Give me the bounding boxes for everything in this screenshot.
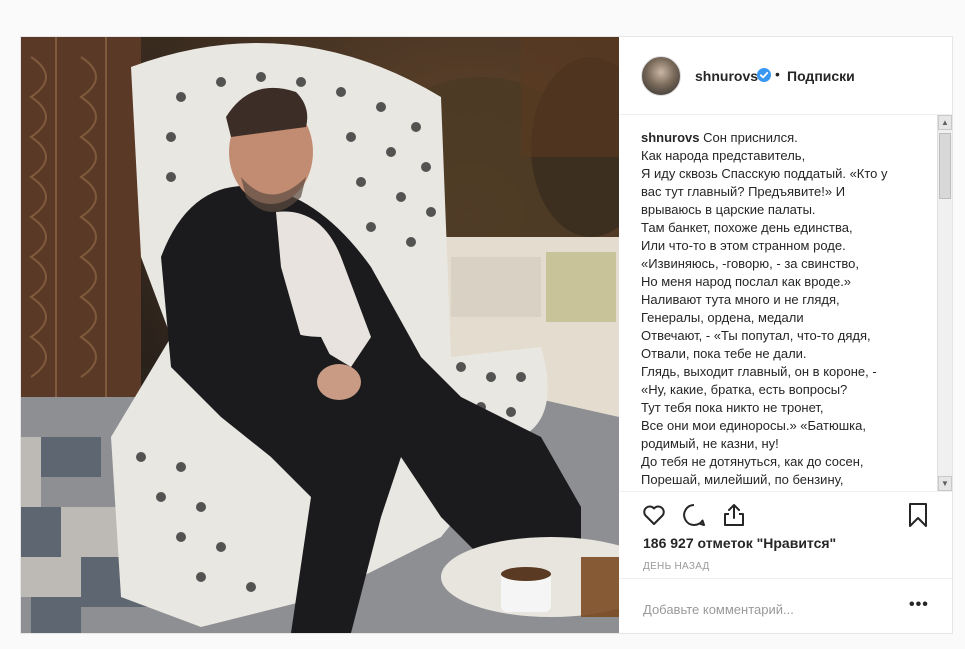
caption-line: родимый, не казни, ну!: [641, 436, 779, 451]
scroll-down-button[interactable]: ▼: [938, 476, 952, 491]
caption-line: Отвечают, - «Ты попутал, что-то дядя,: [641, 328, 871, 343]
caption-line: Как народа представитель,: [641, 148, 806, 163]
post-header: shnurovs • Подписки: [619, 37, 952, 115]
caption-username[interactable]: shnurovs: [641, 130, 700, 145]
separator-dot: •: [775, 66, 780, 82]
post-card: shnurovs • Подписки shnurovs Сон приснил…: [20, 36, 953, 634]
verified-badge-icon: [757, 68, 771, 82]
heart-icon[interactable]: [641, 502, 667, 528]
caption-line: shnurovs Сон приснился.: [641, 130, 798, 145]
caption-line: вас тут главный? Предъявите!» И: [641, 184, 846, 199]
scrollbar-thumb[interactable]: [939, 133, 951, 199]
caption-line: «Ну, какие, братка, есть вопросы?: [641, 382, 848, 397]
more-options-button[interactable]: •••: [909, 595, 931, 615]
avatar[interactable]: [641, 56, 681, 96]
caption-line: Или что-то в этом странном роде.: [641, 238, 846, 253]
post-sidebar: shnurovs • Подписки shnurovs Сон приснил…: [619, 37, 952, 633]
caption-line: Глядь, выходит главный, он в короне, -: [641, 364, 877, 379]
share-icon[interactable]: [721, 502, 747, 528]
scroll-up-button[interactable]: ▲: [938, 115, 952, 130]
caption-line: Наливают тута много и не глядя,: [641, 292, 840, 307]
comment-bar: •••: [619, 578, 952, 633]
caption: shnurovs Сон приснился. Как народа предс…: [641, 129, 931, 489]
caption-line: Я иду сквозь Спасскую поддатый. «Кто у: [641, 166, 888, 181]
caption-line: Но меня народ послал как вроде.»: [641, 274, 852, 289]
following-button[interactable]: Подписки: [787, 68, 855, 84]
caption-line: «Извиняюсь, -говорю, - за свинство,: [641, 256, 860, 271]
caption-line: врываюсь в царские палаты.: [641, 202, 816, 217]
post-timestamp[interactable]: день назад: [643, 561, 710, 572]
caption-line: Генералы, ордена, медали: [641, 310, 804, 325]
action-bar: [619, 491, 952, 531]
caption-line: Отвали, пока тебе не дали.: [641, 346, 807, 361]
photo-illustration: [21, 37, 619, 633]
comment-icon[interactable]: [681, 502, 707, 528]
caption-line: До тебя не дотянуться, как до сосен,: [641, 454, 864, 469]
comment-input[interactable]: [643, 599, 883, 619]
caption-scrollbar[interactable]: ▲ ▼: [937, 115, 952, 491]
likes-count[interactable]: 186 927 отметок "Нравится": [643, 535, 836, 551]
caption-line: Там банкет, похоже день единства,: [641, 220, 853, 235]
bookmark-icon[interactable]: [905, 502, 931, 528]
caption-line: Все они мои единоросы.» «Батюшка,: [641, 418, 866, 433]
caption-line: Порешай, милейший, по бензину,: [641, 472, 844, 487]
post-photo[interactable]: [21, 37, 619, 633]
caption-line: Тут тебя пока никто не тронет,: [641, 400, 824, 415]
username-link[interactable]: shnurovs: [695, 68, 758, 84]
